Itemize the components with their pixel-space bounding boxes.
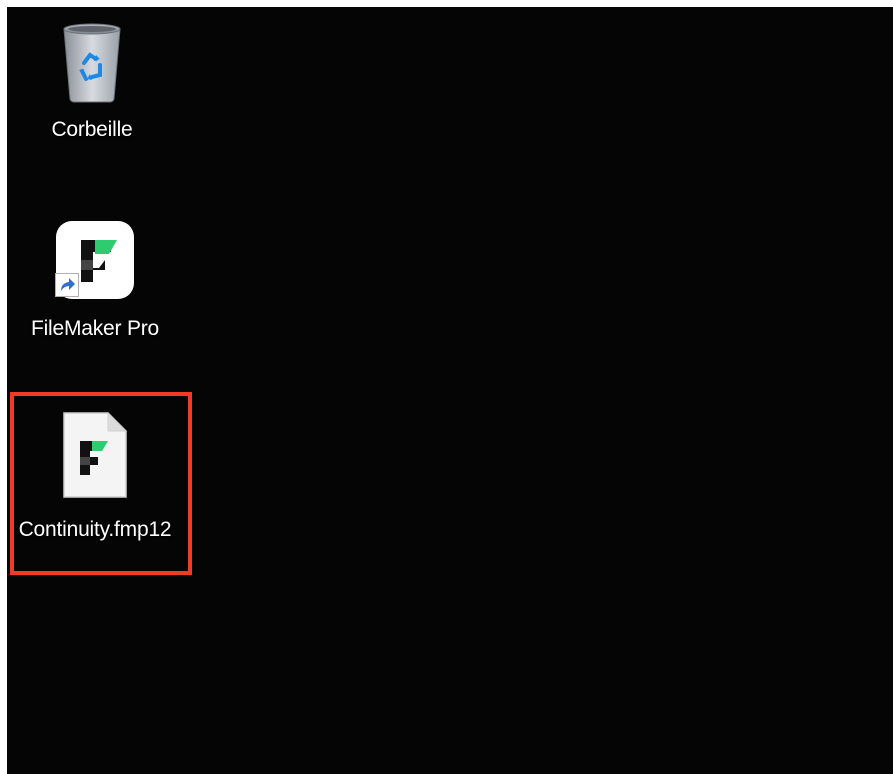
shortcut-arrow-icon <box>55 273 79 297</box>
desktop-icon-continuity-file[interactable]: Continuity.fmp12 <box>7 392 185 572</box>
desktop-icon-label: Corbeille <box>51 118 133 141</box>
desktop-icon-label: Continuity.fmp12 <box>18 518 172 541</box>
recycle-bin-icon <box>60 19 124 103</box>
filemaker-document-icon <box>62 411 128 499</box>
desktop-icon-corbeille[interactable]: Corbeille <box>7 7 182 167</box>
desktop-icon-label: FileMaker Pro <box>30 317 160 340</box>
desktop-icon-filemaker-pro[interactable]: FileMaker Pro <box>7 207 185 357</box>
desktop: Corbeille FileMaker Pro Continuity.fmp12 <box>7 7 893 774</box>
